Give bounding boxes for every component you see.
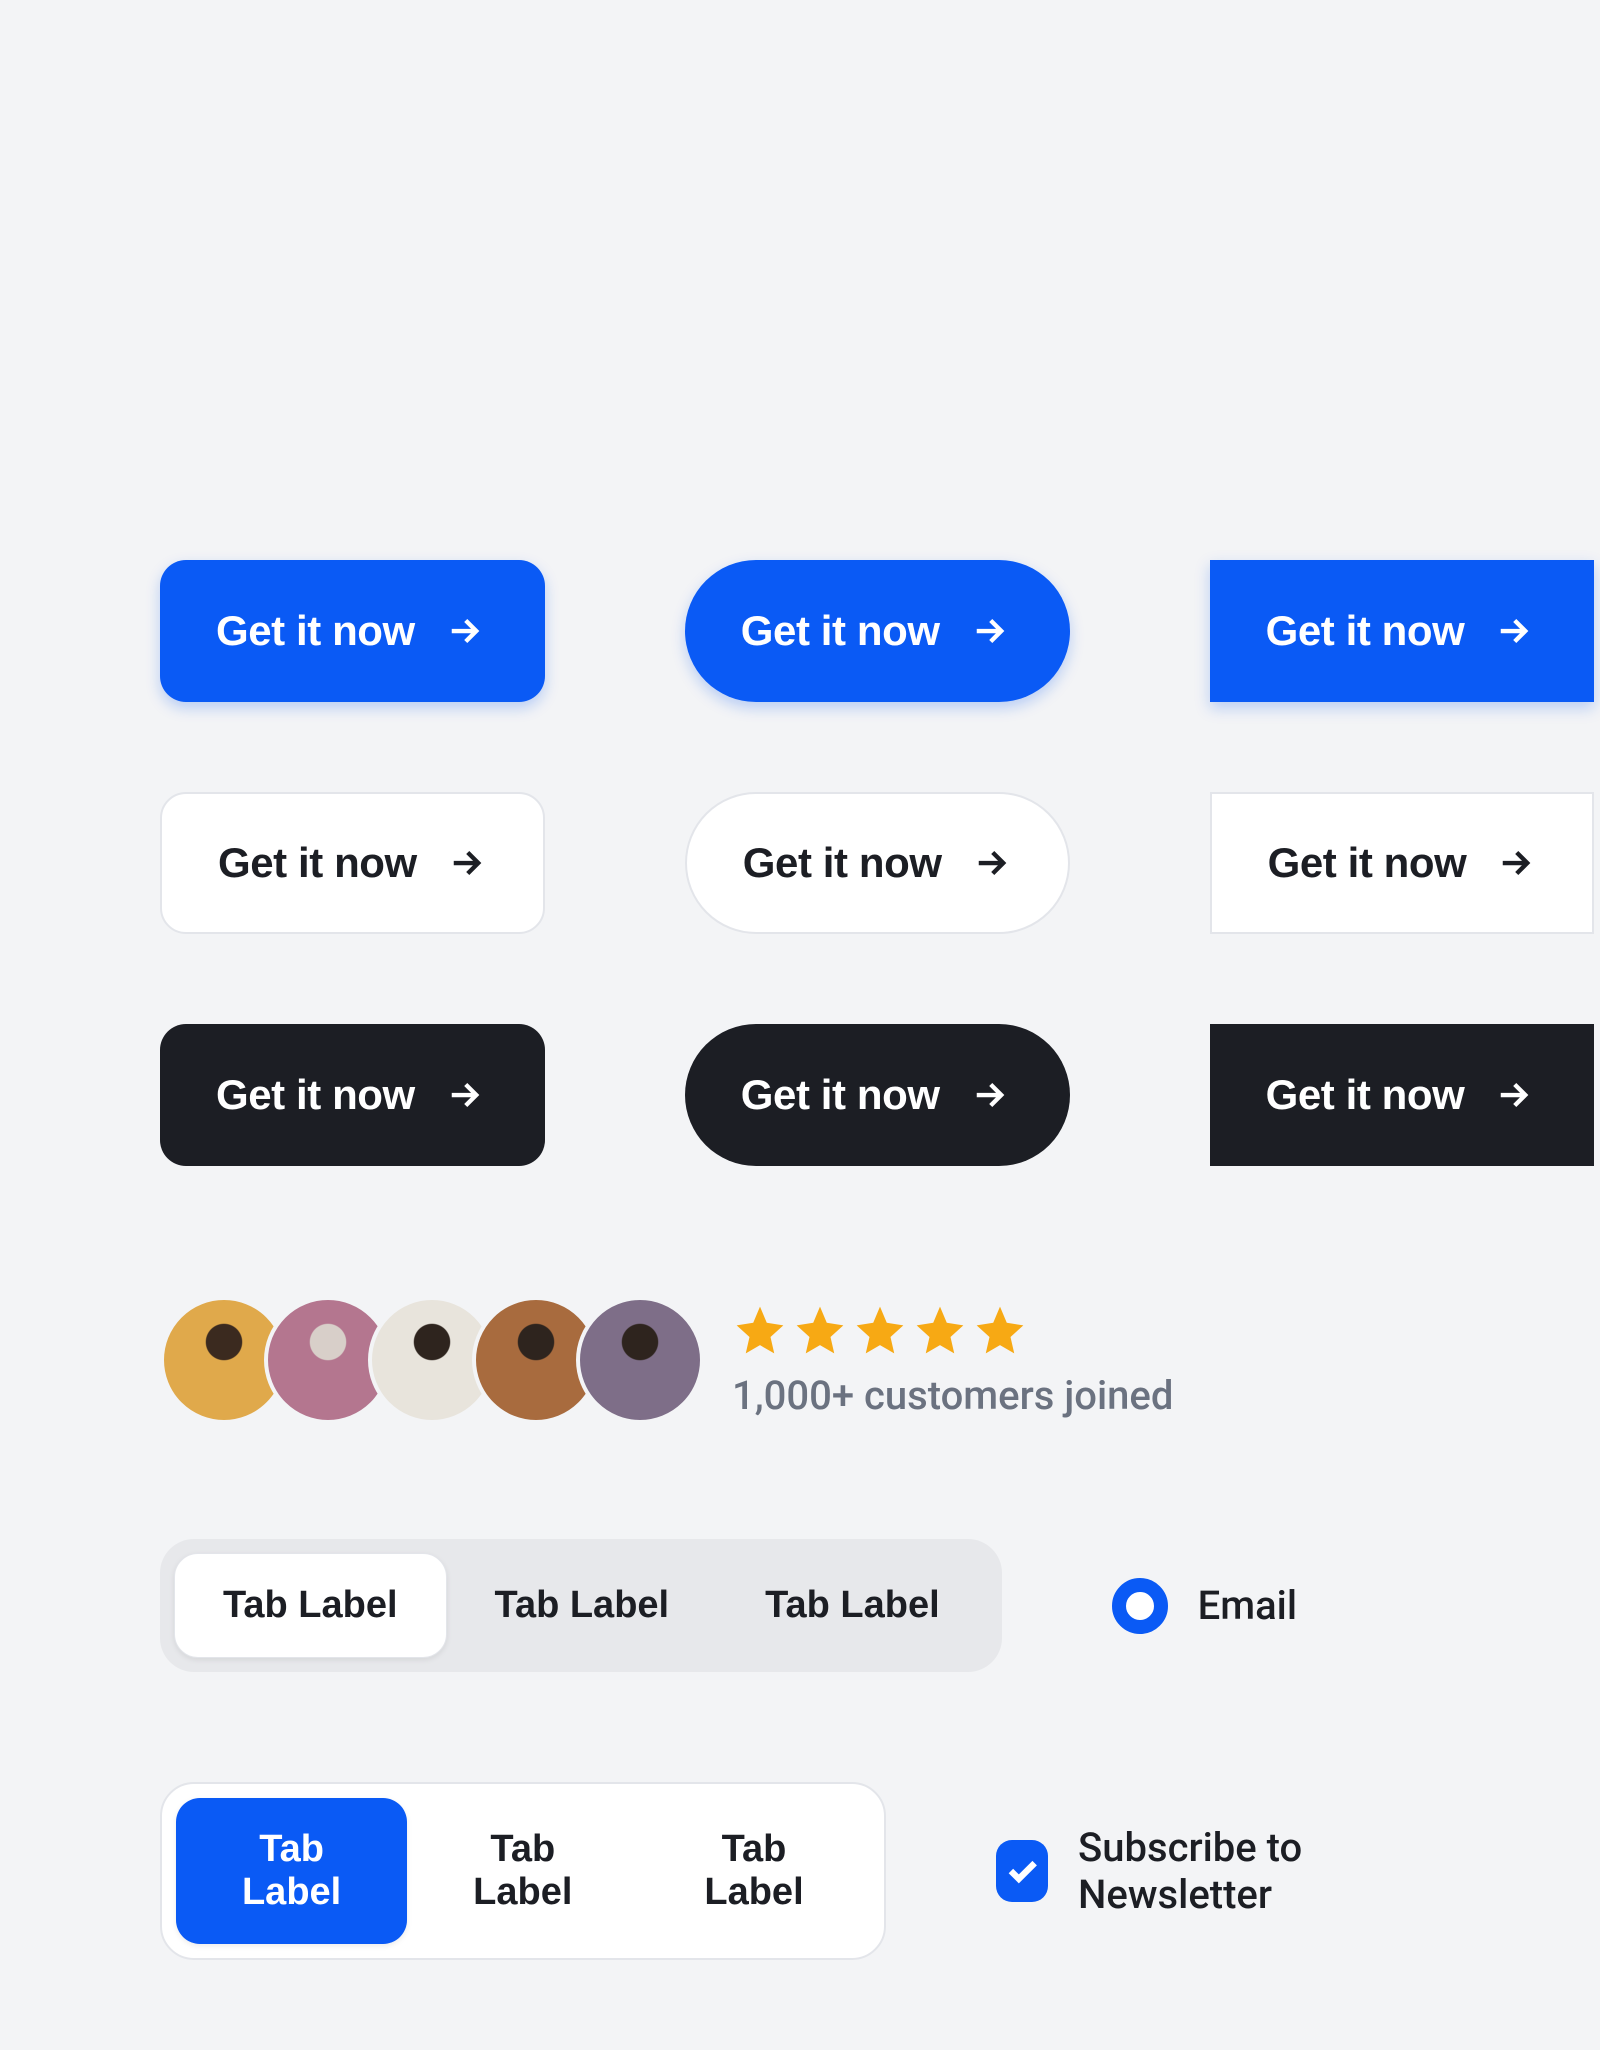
radio-email[interactable]: Email [1112, 1578, 1297, 1634]
button-label: Get it now [1268, 839, 1467, 887]
star-icon [972, 1302, 1028, 1362]
get-it-now-button[interactable]: Get it now [685, 560, 1070, 702]
get-it-now-button[interactable]: Get it now [685, 1024, 1070, 1166]
social-proof-text: 1,000+ customers joined [732, 1372, 1173, 1419]
star-rating [732, 1302, 1173, 1362]
button-label: Get it now [216, 1071, 415, 1119]
tab[interactable]: Tab Label [176, 1798, 407, 1944]
tab[interactable]: Tab Label [407, 1798, 638, 1944]
get-it-now-button[interactable]: Get it now [160, 1024, 545, 1166]
star-icon [732, 1302, 788, 1362]
button-label: Get it now [216, 607, 415, 655]
arrow-right-icon [445, 842, 487, 884]
arrow-right-icon [443, 610, 485, 652]
arrow-right-icon [443, 1074, 485, 1116]
get-it-now-button[interactable]: Get it now [160, 560, 545, 702]
segmented-control: Tab Label Tab Label Tab Label [160, 1539, 1002, 1672]
arrow-right-icon [1492, 1074, 1534, 1116]
button-label: Get it now [741, 607, 940, 655]
tab[interactable]: Tab Label [447, 1553, 718, 1658]
arrow-right-icon [1492, 610, 1534, 652]
avatar-stack [160, 1296, 704, 1424]
star-icon [852, 1302, 908, 1362]
arrow-right-icon [968, 610, 1010, 652]
arrow-right-icon [968, 1074, 1010, 1116]
avatar [576, 1296, 704, 1424]
star-icon [912, 1302, 968, 1362]
social-proof: 1,000+ customers joined [160, 1296, 1440, 1424]
button-label: Get it now [218, 839, 417, 887]
tab[interactable]: Tab Label [717, 1553, 988, 1658]
arrow-right-icon [970, 842, 1012, 884]
get-it-now-button[interactable]: Get it now [1210, 560, 1595, 702]
arrow-right-icon [1494, 842, 1536, 884]
radio-icon [1112, 1578, 1168, 1634]
button-label: Get it now [743, 839, 942, 887]
star-icon [792, 1302, 848, 1362]
tab[interactable]: Tab Label [638, 1798, 869, 1944]
check-icon [996, 1840, 1048, 1902]
button-grid: Get it now Get it now Get it now Get it … [160, 560, 1440, 1166]
button-label: Get it now [741, 1071, 940, 1119]
get-it-now-button[interactable]: Get it now [1210, 1024, 1595, 1166]
checkbox-newsletter[interactable]: Subscribe to Newsletter [996, 1824, 1440, 1918]
radio-label: Email [1198, 1582, 1297, 1629]
button-label: Get it now [1266, 1071, 1465, 1119]
get-it-now-button[interactable]: Get it now [685, 792, 1070, 934]
button-label: Get it now [1266, 607, 1465, 655]
get-it-now-button[interactable]: Get it now [160, 792, 545, 934]
checkbox-label: Subscribe to Newsletter [1078, 1824, 1440, 1918]
tab[interactable]: Tab Label [174, 1553, 447, 1658]
get-it-now-button[interactable]: Get it now [1210, 792, 1595, 934]
segmented-control: Tab Label Tab Label Tab Label [160, 1782, 886, 1960]
